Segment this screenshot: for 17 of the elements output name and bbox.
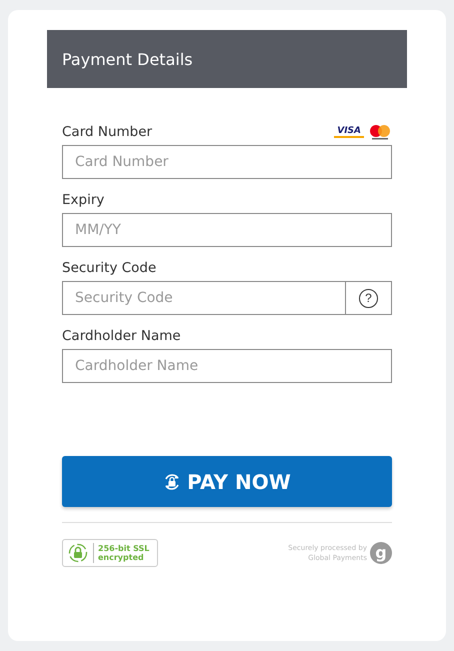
visa-logo: VISA: [334, 126, 364, 138]
input-field[interactable]: Card Number: [62, 145, 392, 179]
processor-logo: g: [370, 542, 392, 564]
mastercard-icon: [368, 124, 392, 140]
pay-now-button[interactable]: PAY NOW: [62, 456, 392, 507]
field-label: Expiry: [62, 192, 104, 208]
input-field[interactable]: Security Code: [62, 281, 345, 315]
lock-icon: [67, 542, 89, 564]
ssl-text: 256-bit SSL encrypted: [98, 544, 150, 562]
lock-icon: [163, 472, 182, 490]
help-button[interactable]: ?: [345, 281, 392, 315]
input-field[interactable]: MM/YY: [62, 213, 392, 247]
input-field[interactable]: Cardholder Name: [62, 349, 392, 383]
field-label: Security Code: [62, 260, 156, 276]
field-label: Cardholder Name: [62, 328, 181, 344]
field-label: Card Number: [62, 124, 152, 140]
header-title: Payment Details: [62, 50, 193, 68]
